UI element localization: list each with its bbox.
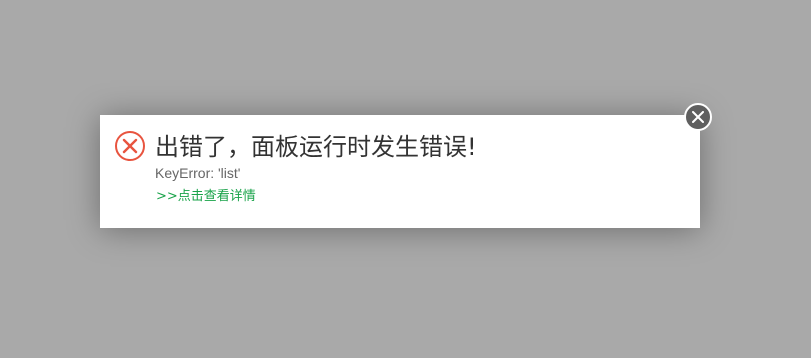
error-circle-x-icon: [114, 130, 146, 162]
close-button[interactable]: [684, 103, 712, 131]
error-dialog: 出错了，面板运行时发生错误! KeyError: 'list' >>点击查看详情: [100, 115, 700, 228]
dialog-title: 出错了，面板运行时发生错误!: [155, 133, 477, 161]
view-details-link[interactable]: >>点击查看详情: [156, 188, 256, 206]
error-message: KeyError: 'list': [155, 165, 241, 181]
